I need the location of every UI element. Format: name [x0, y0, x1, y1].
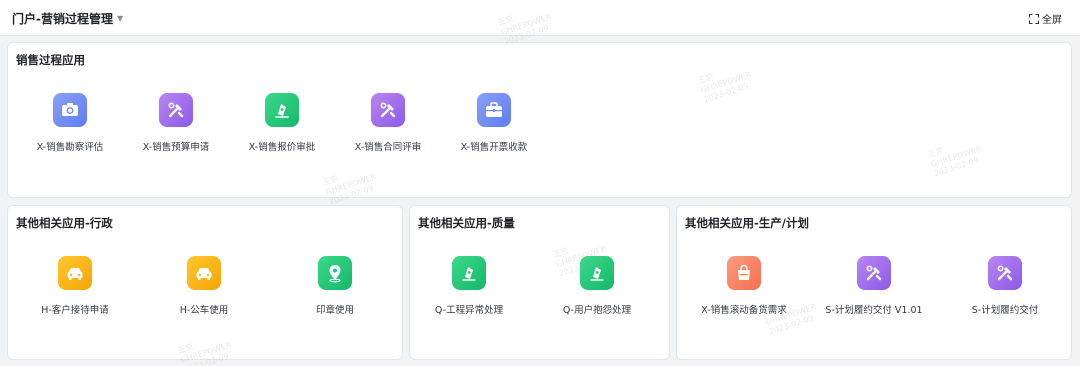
tools-icon [371, 93, 405, 127]
app-official-car-use[interactable]: H-公车使用 [154, 256, 254, 316]
briefcase-icon [477, 93, 511, 127]
admin-apps-card: 其他相关应用-行政 H-客户接待申请 H-公车使用 印章使用 [7, 205, 403, 360]
app-sales-quote-approval[interactable]: X-销售报价审批 [232, 93, 332, 153]
app-sales-survey-evaluation[interactable]: X-销售勘察评估 [20, 93, 120, 153]
app-customer-reception-request[interactable]: H-客户接待申请 [25, 256, 125, 316]
card-title: 其他相关应用-行政 [16, 216, 113, 230]
sales-process-card: 销售过程应用 X-销售勘察评估 X-销售预算申请 X-销售报价审批 X-销售合同… [7, 42, 1072, 198]
app-label: X-销售报价审批 [248, 142, 316, 153]
app-label: Q-工程异常处理 [434, 305, 504, 316]
app-label: X-销售滚动备货需求 [701, 305, 787, 316]
pen-icon [452, 256, 486, 290]
app-label: X-销售合同评审 [354, 142, 422, 153]
tools-icon [159, 93, 193, 127]
app-sales-invoice-collection[interactable]: X-销售开票收款 [444, 93, 544, 153]
card-title: 其他相关应用-生产/计划 [685, 216, 809, 230]
bag-icon [727, 256, 761, 290]
app-label: 印章使用 [315, 305, 354, 316]
fullscreen-icon [1029, 13, 1039, 24]
fullscreen-button[interactable]: 全屏 [1029, 11, 1062, 26]
card-title: 销售过程应用 [16, 53, 85, 67]
top-bar: 门户-营销过程管理 ▼ 全屏 [0, 0, 1080, 36]
app-plan-delivery-v101[interactable]: S-计划履约交付 V1.01 [824, 256, 924, 316]
chevron-down-icon: ▼ [116, 14, 124, 23]
card-title: 其他相关应用-质量 [418, 216, 515, 230]
app-label: S-计划履约交付 [971, 305, 1039, 316]
app-sales-budget-request[interactable]: X-销售预算申请 [126, 93, 226, 153]
portal-selector[interactable]: 门户-营销过程管理 ▼ [12, 10, 123, 27]
quality-apps-card: 其他相关应用-质量 Q-工程异常处理 Q-用户抱怨处理 [409, 205, 670, 360]
app-label: H-公车使用 [179, 305, 229, 316]
app-label: X-销售开票收款 [460, 142, 528, 153]
app-label: S-计划履约交付 V1.01 [825, 305, 923, 316]
car-icon [187, 256, 221, 290]
camera-icon [53, 93, 87, 127]
tools-icon [988, 256, 1022, 290]
pen-icon [580, 256, 614, 290]
app-seal-use[interactable]: 印章使用 [285, 256, 385, 316]
app-engineering-exception[interactable]: Q-工程异常处理 [419, 256, 519, 316]
portal-title: 门户-营销过程管理 [12, 12, 113, 26]
fullscreen-label: 全屏 [1042, 15, 1062, 26]
tools-icon [857, 256, 891, 290]
app-label: X-销售勘察评估 [36, 142, 104, 153]
app-label: Q-用户抱怨处理 [562, 305, 632, 316]
app-customer-complaint[interactable]: Q-用户抱怨处理 [547, 256, 647, 316]
app-label: H-客户接待申请 [41, 305, 109, 316]
location-icon [318, 256, 352, 290]
app-plan-delivery[interactable]: S-计划履约交付 [955, 256, 1055, 316]
app-label: X-销售预算申请 [142, 142, 210, 153]
pen-icon [265, 93, 299, 127]
production-apps-card: 其他相关应用-生产/计划 X-销售滚动备货需求 S-计划履约交付 V1.01 S… [676, 205, 1072, 360]
car-icon [58, 256, 92, 290]
app-rolling-stock-demand[interactable]: X-销售滚动备货需求 [694, 256, 794, 316]
app-sales-contract-review[interactable]: X-销售合同评审 [338, 93, 438, 153]
